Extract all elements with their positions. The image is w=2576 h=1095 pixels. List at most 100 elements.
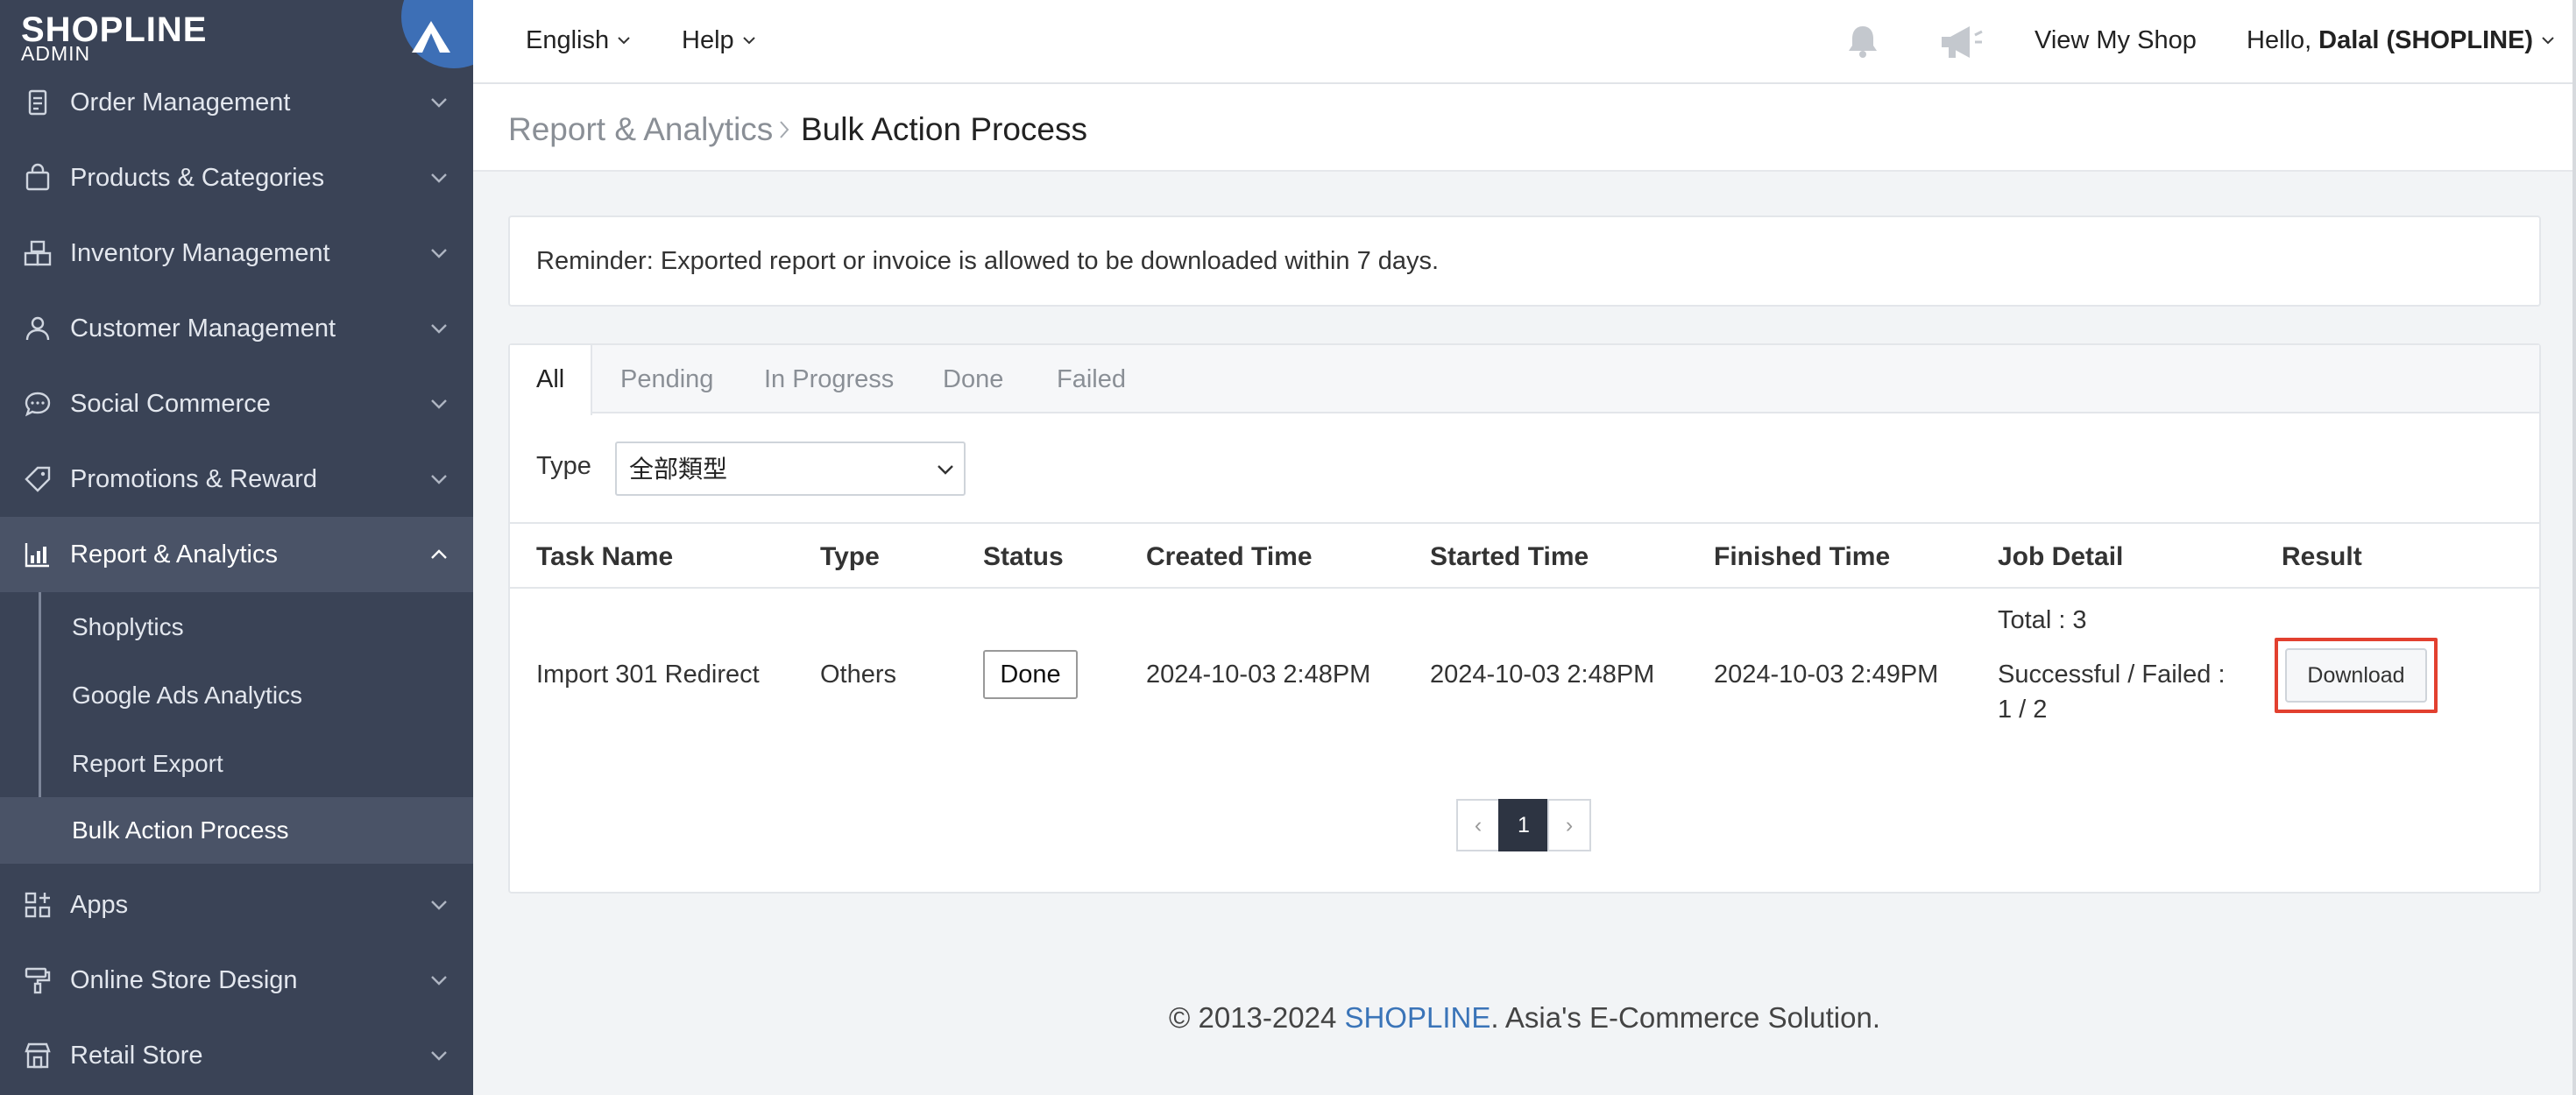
finished-time-cell: 2024-10-03 2:49PM bbox=[1714, 661, 1939, 689]
chevron-down-icon bbox=[431, 249, 447, 258]
sidebar: SHOPLINE ADMIN Order Management Products… bbox=[0, 0, 473, 1095]
table-header: Task Name Type Status Created Time Start… bbox=[510, 522, 2539, 589]
sidebar-item-label: Order Management bbox=[70, 88, 291, 117]
breadcrumb-parent-link[interactable]: Report & Analytics bbox=[508, 110, 773, 149]
help-dropdown[interactable]: Help bbox=[682, 25, 757, 56]
chevron-down-icon bbox=[431, 399, 447, 409]
tab-label: All bbox=[536, 365, 565, 393]
chevron-down-icon bbox=[431, 901, 447, 910]
column-header-result: Result bbox=[2282, 542, 2362, 571]
task-name-cell: Import 301 Redirect bbox=[536, 661, 760, 689]
sidebar-item-inventory-management[interactable]: Inventory Management bbox=[0, 215, 473, 291]
window-edge bbox=[2572, 0, 2576, 1095]
column-header-started-time: Started Time bbox=[1430, 542, 1589, 571]
chevron-down-icon bbox=[431, 173, 447, 183]
megaphone-icon[interactable] bbox=[1936, 21, 1985, 63]
pagination-next-button[interactable]: › bbox=[1547, 799, 1591, 851]
sidebar-item-online-store-design[interactable]: Online Store Design bbox=[0, 943, 473, 1018]
tab-in-progress[interactable]: In Progress bbox=[764, 345, 894, 413]
sidebar-item-label: Social Commerce bbox=[70, 390, 271, 418]
chevron-down-icon bbox=[938, 465, 953, 475]
apps-icon bbox=[25, 892, 51, 918]
sidebar-item-label: Promotions & Reward bbox=[70, 465, 318, 493]
sidebar-item-products-categories[interactable]: Products & Categories bbox=[0, 140, 473, 215]
tab-label: Failed bbox=[1057, 365, 1126, 393]
tag-icon bbox=[25, 466, 51, 492]
sidebar-subitem-label: Google Ads Analytics bbox=[72, 682, 303, 709]
user-name: Dalal (SHOPLINE) bbox=[2318, 26, 2534, 54]
greeting-text: Hello, bbox=[2247, 26, 2312, 54]
sidebar-item-social-commerce[interactable]: Social Commerce bbox=[0, 366, 473, 442]
tab-label: In Progress bbox=[764, 365, 895, 393]
paint-roller-icon bbox=[25, 967, 51, 994]
sidebar-subitem-report-export[interactable]: Report Export bbox=[0, 731, 473, 797]
sidebar-subitem-google-ads-analytics[interactable]: Google Ads Analytics bbox=[0, 662, 473, 729]
download-button[interactable]: Download bbox=[2285, 648, 2427, 703]
chart-icon bbox=[25, 543, 49, 568]
sidebar-item-customer-management[interactable]: Customer Management bbox=[0, 291, 473, 366]
footer-tagline: . Asia's E-Commerce Solution. bbox=[1490, 1001, 1880, 1034]
sidebar-item-apps[interactable]: Apps bbox=[0, 867, 473, 943]
sidebar-item-label: Products & Categories bbox=[70, 164, 325, 192]
view-my-shop-label: View My Shop bbox=[2035, 26, 2197, 54]
view-my-shop-link[interactable]: View My Shop bbox=[2035, 25, 2197, 56]
sidebar-subitem-shoplytics[interactable]: Shoplytics bbox=[0, 594, 473, 661]
chevron-down-icon bbox=[431, 324, 447, 334]
pagination: ‹ 1 › bbox=[1456, 799, 1595, 851]
chevron-down-icon bbox=[431, 475, 447, 484]
status-tabs: All Pending In Progress Done Failed bbox=[510, 345, 2539, 415]
column-header-task-name: Task Name bbox=[536, 542, 674, 571]
job-detail-total: Total : 3 bbox=[1998, 606, 2087, 634]
tab-all[interactable]: All bbox=[510, 345, 592, 415]
sidebar-item-retail-store[interactable]: Retail Store bbox=[0, 1018, 473, 1093]
store-icon bbox=[25, 1042, 51, 1069]
sidebar-item-order-management[interactable]: Order Management bbox=[0, 65, 473, 140]
column-header-job-detail: Job Detail bbox=[1998, 542, 2124, 571]
type-filter-select[interactable]: 全部類型 bbox=[615, 442, 966, 496]
clipboard-icon bbox=[28, 89, 47, 116]
column-header-status: Status bbox=[983, 542, 1064, 571]
pagination-prev-button[interactable]: ‹ bbox=[1456, 799, 1500, 851]
bell-icon[interactable] bbox=[1842, 21, 1884, 63]
sidebar-item-label: Retail Store bbox=[70, 1042, 203, 1070]
sidebar-subitem-label: Report Export bbox=[72, 750, 223, 777]
boxes-icon bbox=[24, 240, 52, 266]
user-menu-dropdown[interactable]: Hello, Dalal (SHOPLINE) bbox=[2247, 25, 2556, 56]
sidebar-subitem-label: Shoplytics bbox=[72, 613, 184, 640]
type-filter-label: Type bbox=[536, 452, 591, 480]
chevron-down-icon bbox=[2542, 37, 2554, 45]
language-dropdown[interactable]: English bbox=[526, 25, 632, 56]
chevron-down-icon bbox=[742, 37, 755, 45]
sidebar-item-promotions-reward[interactable]: Promotions & Reward bbox=[0, 442, 473, 517]
chat-icon bbox=[25, 392, 51, 417]
tab-label: Done bbox=[943, 365, 1004, 393]
brand[interactable]: SHOPLINE ADMIN bbox=[0, 0, 473, 70]
page-title: Bulk Action Process bbox=[801, 111, 1087, 147]
sidebar-item-label: Apps bbox=[70, 891, 129, 919]
help-label: Help bbox=[682, 26, 734, 54]
type-filter-value: 全部類型 bbox=[629, 456, 728, 483]
footer-copyright: © 2013-2024 bbox=[1169, 1001, 1345, 1034]
chevron-up-icon bbox=[431, 549, 447, 559]
pagination-page-button[interactable]: 1 bbox=[1498, 799, 1549, 851]
column-header-finished-time: Finished Time bbox=[1714, 542, 1891, 571]
table-row: Import 301 Redirect Others Done 2024-10-… bbox=[510, 589, 2539, 746]
chevron-down-icon bbox=[618, 37, 630, 45]
user-icon bbox=[25, 316, 50, 341]
sidebar-item-report-analytics[interactable]: Report & Analytics bbox=[0, 517, 473, 592]
job-detail-result-value: 1 / 2 bbox=[1998, 696, 2048, 724]
sidebar-subitem-label: Bulk Action Process bbox=[72, 816, 289, 844]
column-header-type: Type bbox=[820, 542, 880, 571]
sidebar-subitem-bulk-action-process[interactable]: Bulk Action Process bbox=[0, 797, 473, 864]
footer-brand-link[interactable]: SHOPLINE bbox=[1344, 1001, 1490, 1034]
tab-failed[interactable]: Failed bbox=[1057, 345, 1126, 413]
chevron-down-icon bbox=[431, 976, 447, 986]
top-bar: English Help View My Shop Hello, Dalal (… bbox=[473, 0, 2576, 84]
created-time-cell: 2024-10-03 2:48PM bbox=[1146, 661, 1371, 689]
type-cell: Others bbox=[820, 661, 897, 689]
brand-subtitle: ADMIN bbox=[21, 42, 91, 65]
column-header-created-time: Created Time bbox=[1146, 542, 1313, 571]
tab-done[interactable]: Done bbox=[943, 345, 1003, 413]
bag-icon bbox=[25, 163, 50, 191]
tab-pending[interactable]: Pending bbox=[620, 345, 713, 413]
